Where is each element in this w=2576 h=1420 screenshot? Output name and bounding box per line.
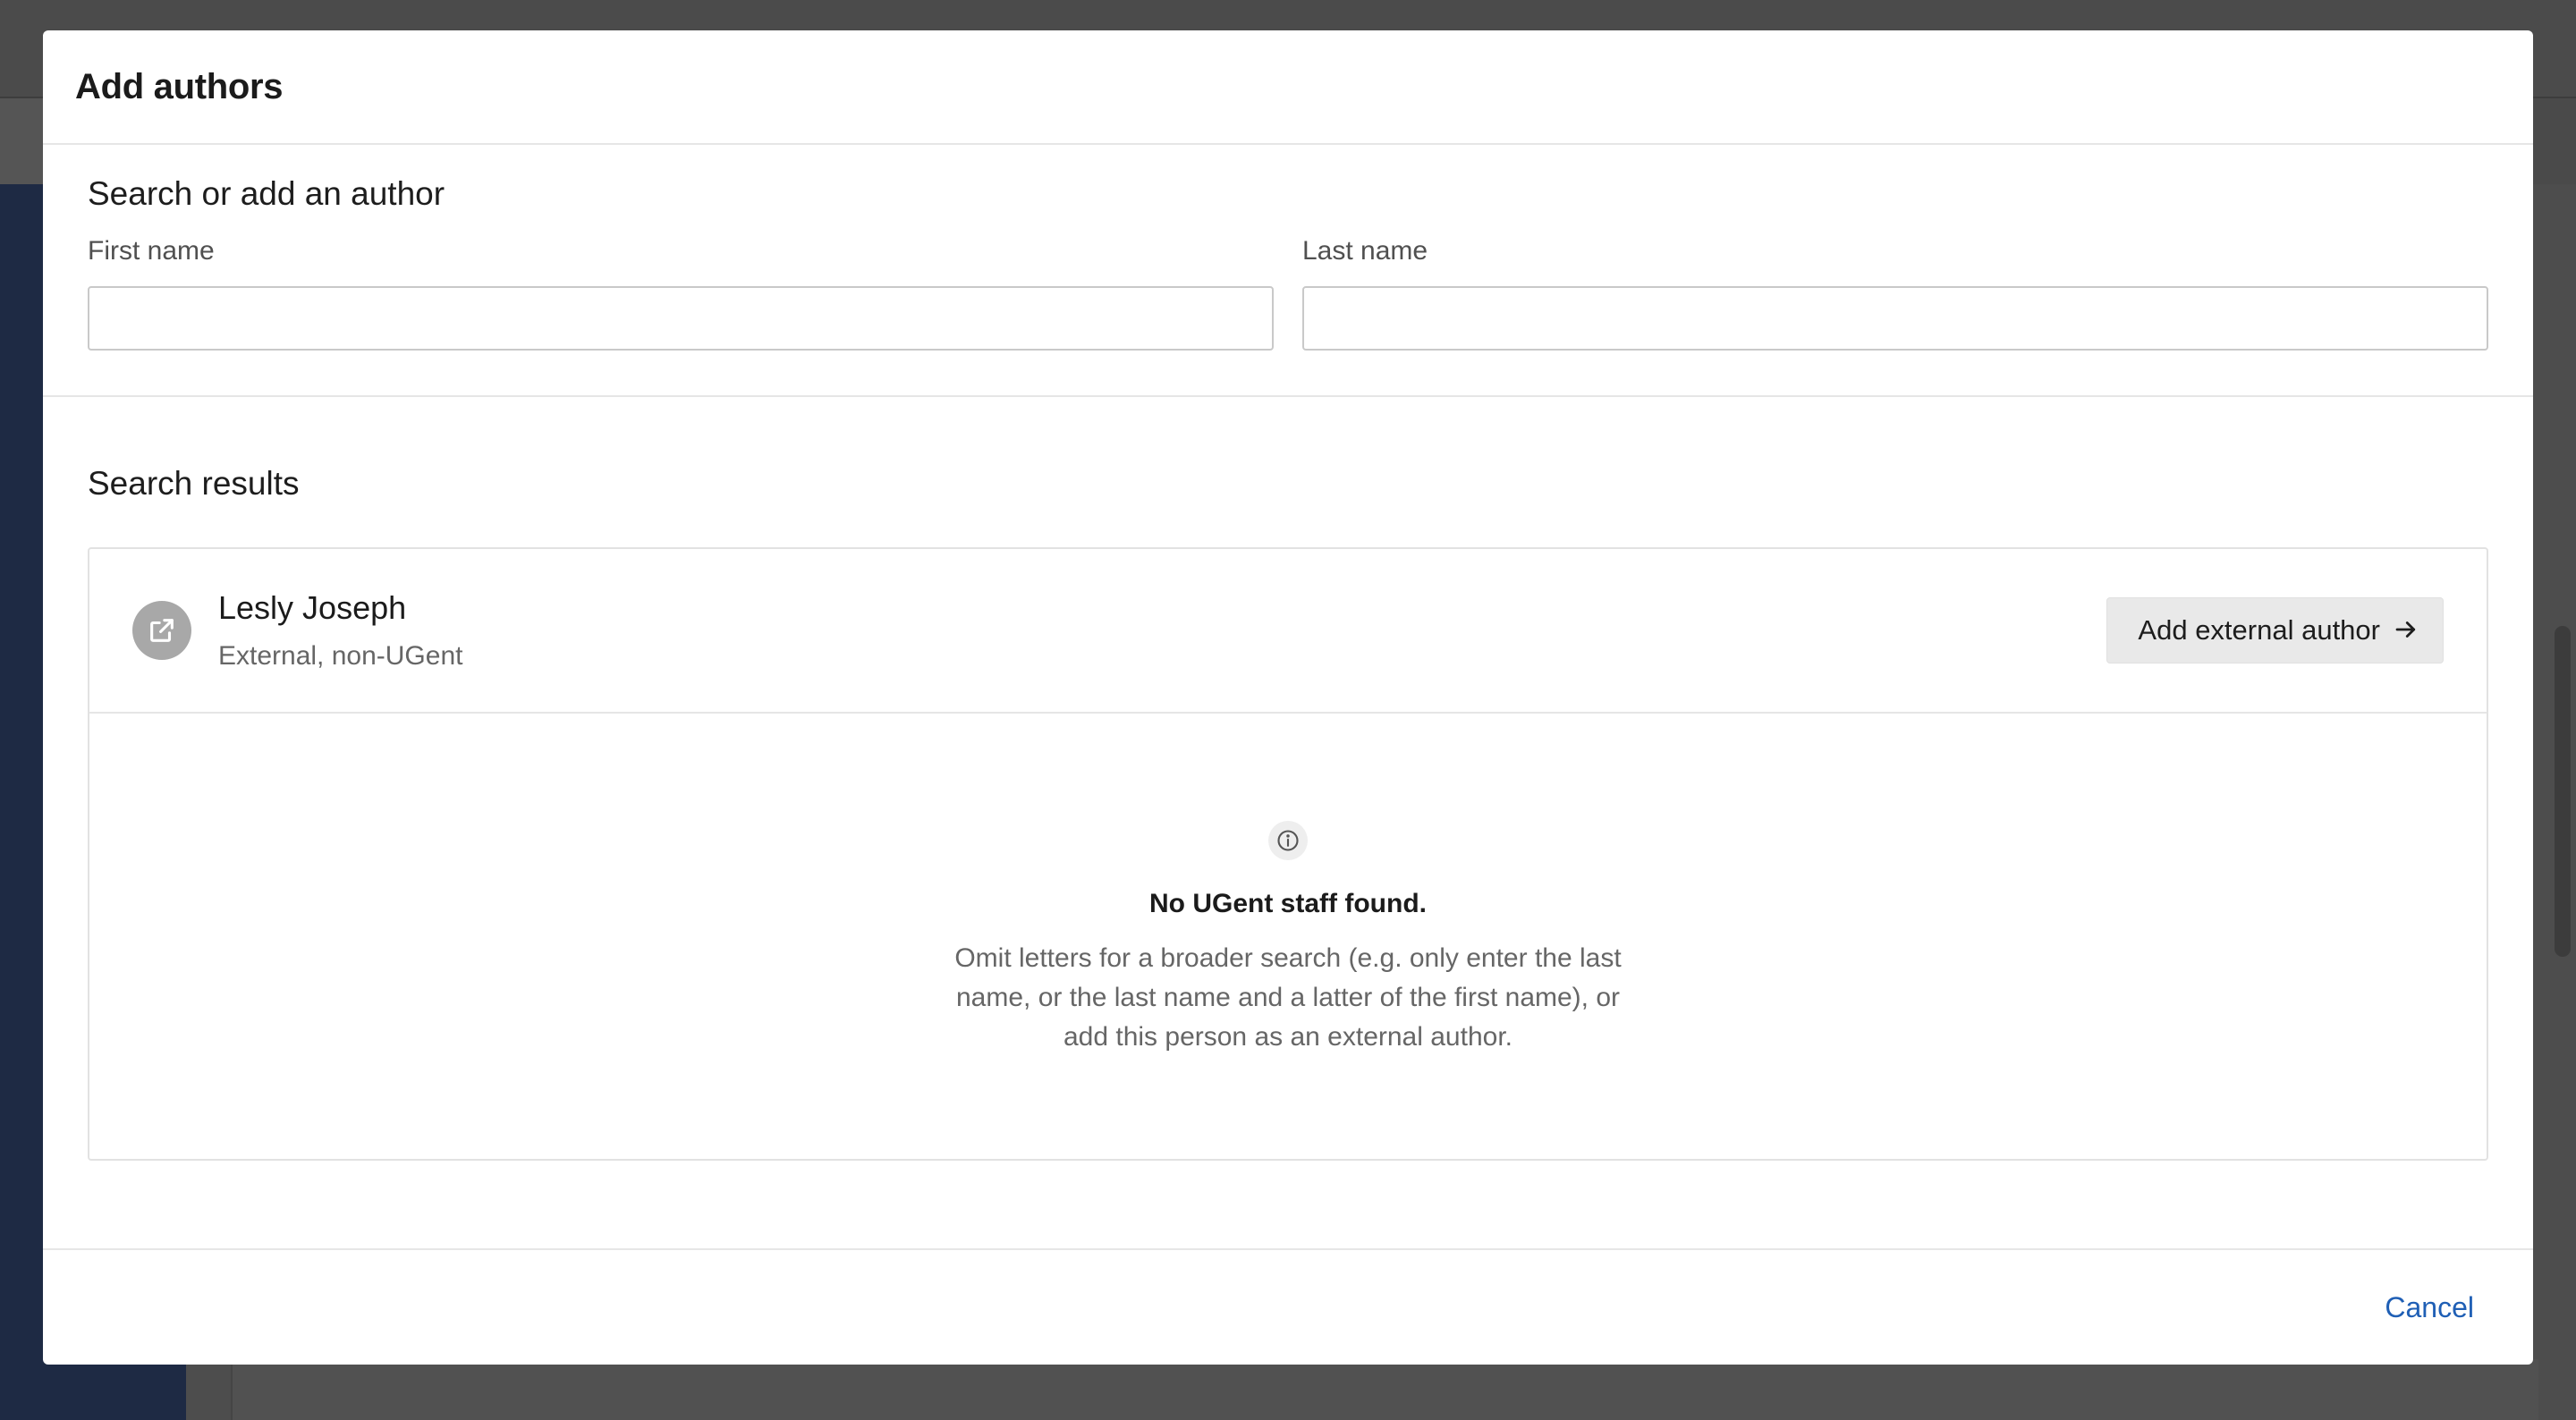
result-item: Lesly Joseph External, non-UGent Add ext… (89, 549, 2487, 714)
results-section: Search results Lesly Joseph External, no… (43, 397, 2533, 1161)
background-panel (231, 1359, 2538, 1420)
result-affiliation: External, non-UGent (218, 641, 463, 671)
arrow-right-icon (2393, 616, 2419, 646)
last-name-input[interactable] (1302, 286, 2488, 351)
add-external-author-label: Add external author (2138, 614, 2380, 646)
first-name-field-group: First name (88, 236, 1274, 351)
add-external-author-button[interactable]: Add external author (2106, 597, 2444, 664)
name-fields: First name Last name (88, 236, 2488, 351)
result-text: Lesly Joseph External, non-UGent (218, 589, 2106, 672)
search-section: Search or add an author First name Last … (43, 145, 2533, 397)
cancel-button[interactable]: Cancel (2385, 1291, 2474, 1324)
add-authors-modal: Add authors Search or add an author Firs… (43, 30, 2533, 1365)
results-list: Lesly Joseph External, non-UGent Add ext… (88, 547, 2488, 1161)
empty-state-title: No UGent staff found. (1149, 889, 1427, 918)
results-section-title: Search results (88, 465, 300, 502)
empty-state-description: Omit letters for a broader search (e.g. … (954, 943, 1622, 1052)
search-section-title: Search or add an author (88, 175, 445, 212)
background-scrollbar (2555, 626, 2571, 957)
first-name-input[interactable] (88, 286, 1274, 351)
empty-state: No UGent staff found. Omit letters for a… (89, 714, 2487, 1057)
first-name-label: First name (88, 236, 215, 266)
modal-title: Add authors (75, 66, 284, 106)
last-name-field-group: Last name (1302, 236, 2488, 351)
last-name-label: Last name (1302, 236, 1428, 266)
result-name: Lesly Joseph (218, 589, 407, 626)
modal-footer: Cancel (43, 1248, 2533, 1365)
external-link-icon (132, 601, 191, 660)
info-icon (1268, 821, 1308, 860)
modal-header: Add authors (43, 30, 2533, 145)
